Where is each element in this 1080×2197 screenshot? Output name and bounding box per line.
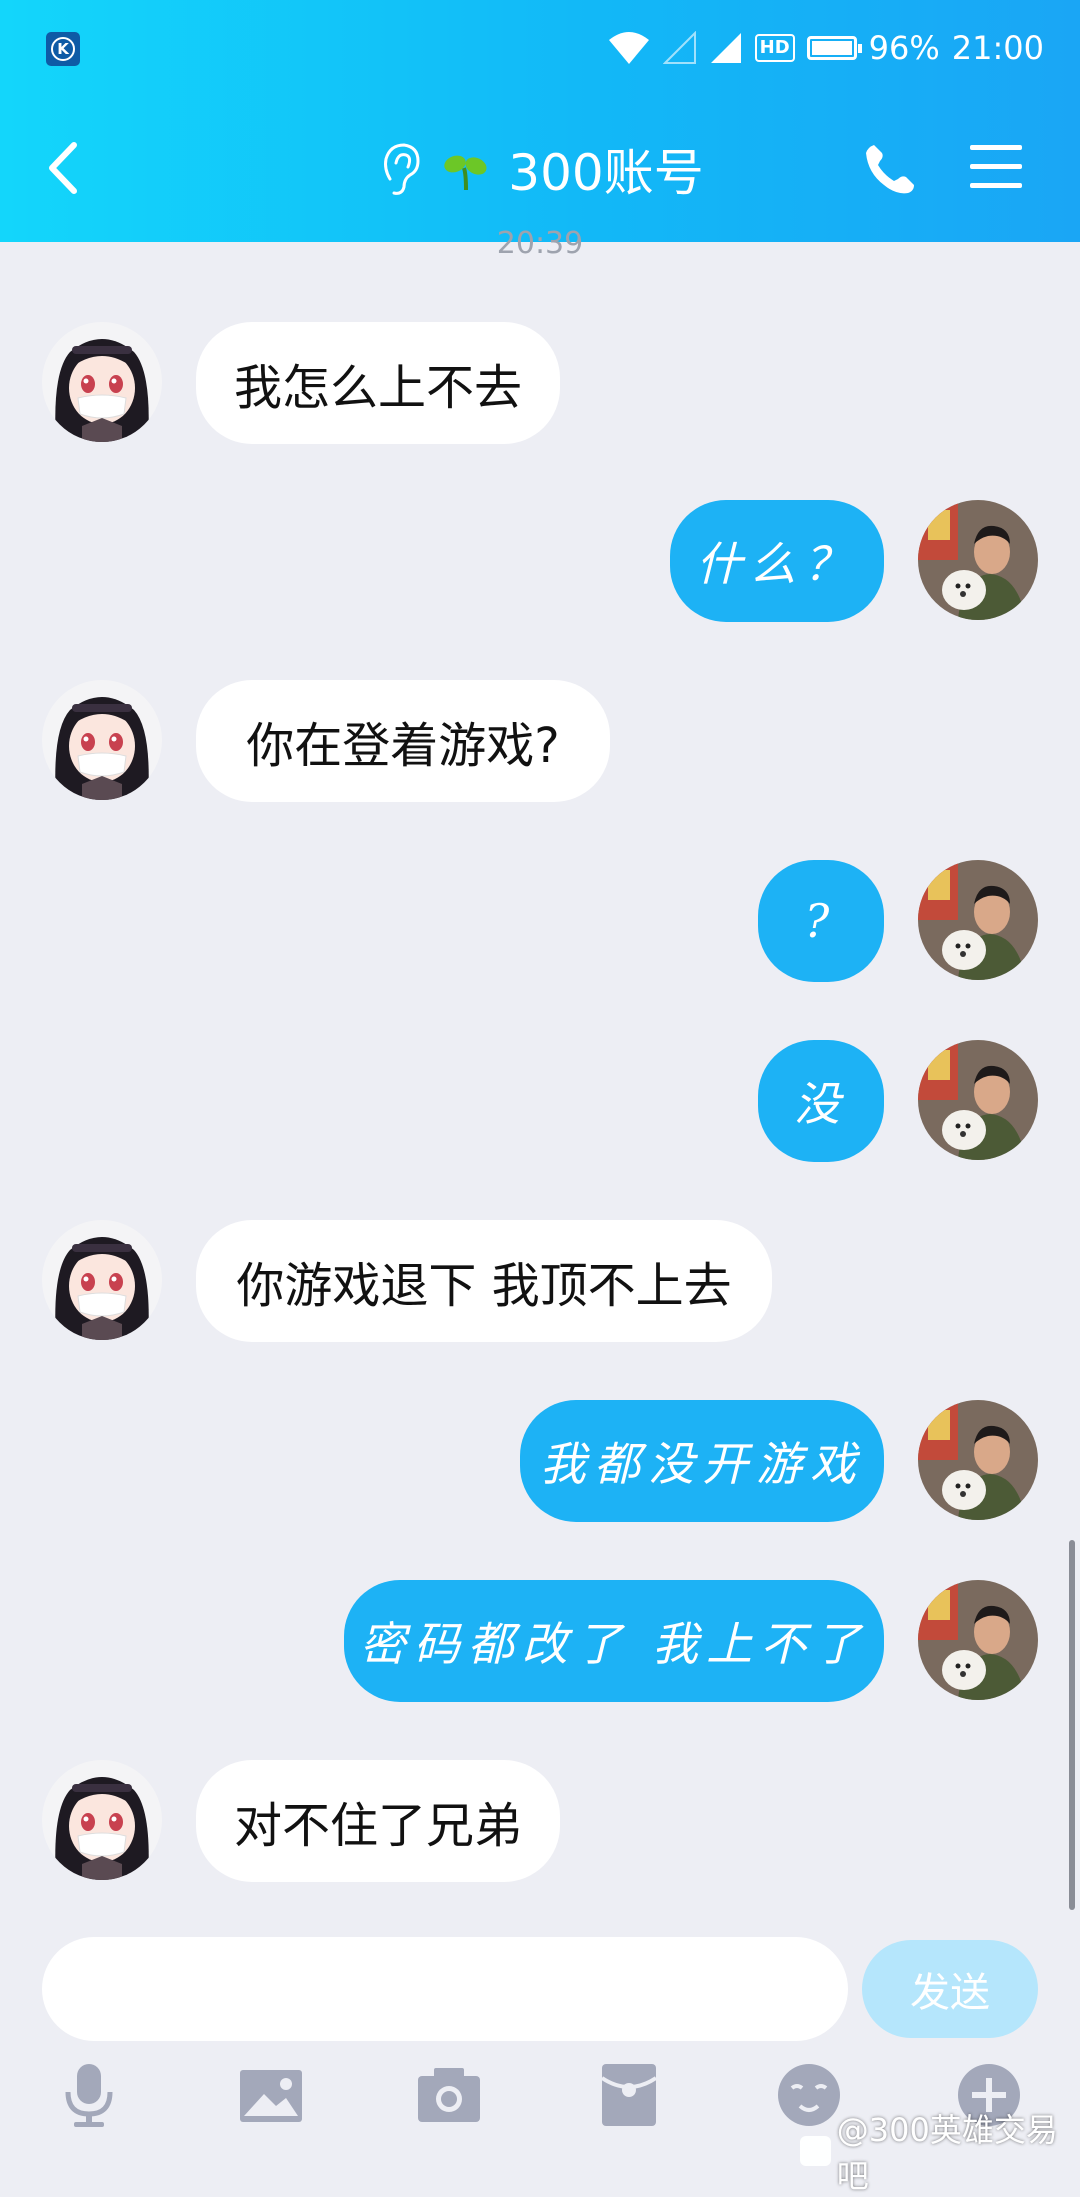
anime-girl-avatar-icon xyxy=(42,680,162,800)
contact-avatar[interactable] xyxy=(42,1220,162,1340)
contact-avatar[interactable] xyxy=(42,680,162,800)
anime-girl-avatar-icon xyxy=(42,322,162,442)
outgoing-message-bubble[interactable]: 密码都改了 我上不了 xyxy=(344,1580,884,1702)
user-photo-avatar-icon xyxy=(918,500,1038,620)
scrollbar[interactable] xyxy=(1069,1540,1075,1910)
message-text: 你在登着游戏? xyxy=(246,718,560,774)
chat-header: K HD 96% 21:00 300账号 xyxy=(0,0,1080,242)
nav-bar: 300账号 xyxy=(0,95,1080,242)
message-text: 密码都改了 我上不了 xyxy=(359,1617,869,1671)
user-avatar[interactable] xyxy=(918,1580,1038,1700)
message-text: 你游戏退下 我顶不上去 xyxy=(236,1258,732,1314)
contact-avatar[interactable] xyxy=(42,1760,162,1880)
hd-badge: HD xyxy=(754,34,795,62)
incoming-message-bubble[interactable]: 你游戏退下 我顶不上去 xyxy=(196,1220,772,1342)
outgoing-message-bubble[interactable]: 我都没开游戏 xyxy=(520,1400,884,1522)
menu-button[interactable] xyxy=(968,139,1024,195)
signal-icon xyxy=(710,33,741,63)
image-icon[interactable] xyxy=(236,2060,306,2130)
back-button[interactable] xyxy=(36,133,96,203)
user-avatar[interactable] xyxy=(918,1040,1038,1160)
user-photo-avatar-icon xyxy=(918,1580,1038,1700)
incoming-message-bubble[interactable]: 我怎么上不去 xyxy=(196,322,560,444)
outgoing-message-bubble[interactable]: ? xyxy=(758,860,884,982)
watermark: @300英雄交易吧 xyxy=(800,2105,1080,2197)
outgoing-message-bubble[interactable]: 没 xyxy=(758,1040,884,1162)
microphone-icon[interactable] xyxy=(54,2060,124,2130)
anime-girl-avatar-icon xyxy=(42,1220,162,1340)
user-avatar[interactable] xyxy=(918,1400,1038,1520)
status-bar: K HD 96% 21:00 xyxy=(0,0,1080,95)
watermark-text: @300英雄交易吧 xyxy=(836,2111,1058,2195)
send-button[interactable]: 发送 xyxy=(862,1940,1038,2038)
battery-icon xyxy=(806,36,862,60)
camera-icon[interactable] xyxy=(414,2060,484,2130)
wifi-icon xyxy=(608,32,649,64)
message-text: 我怎么上不去 xyxy=(233,360,522,416)
phone-call-button[interactable] xyxy=(860,139,920,199)
message-text: 对不住了兄弟 xyxy=(233,1798,522,1854)
battery-percent: 96% xyxy=(868,29,940,67)
contact-avatar[interactable] xyxy=(42,322,162,442)
clock: 21:00 xyxy=(951,29,1044,67)
user-photo-avatar-icon xyxy=(918,860,1038,980)
message-text: ? xyxy=(804,894,838,948)
message-text: 没 xyxy=(794,1077,848,1131)
outgoing-message-bubble[interactable]: 什么？ xyxy=(670,500,884,622)
status-indicators: HD 96% 21:00 xyxy=(607,22,1044,74)
user-photo-avatar-icon xyxy=(918,1040,1038,1160)
incoming-message-bubble[interactable]: 对不住了兄弟 xyxy=(196,1760,560,1882)
message-input[interactable] xyxy=(42,1937,848,2041)
user-avatar[interactable] xyxy=(918,860,1038,980)
app-notification-icon: K xyxy=(46,32,80,66)
sprout-icon xyxy=(444,155,487,190)
forum-logo-icon xyxy=(800,2136,831,2166)
chat-title: 300账号 xyxy=(508,143,704,202)
ear-icon xyxy=(384,142,420,195)
red-packet-icon[interactable] xyxy=(594,2060,664,2130)
user-photo-avatar-icon xyxy=(918,1400,1038,1520)
message-text: 什么？ xyxy=(696,537,858,591)
signal-empty-icon xyxy=(662,31,696,64)
user-avatar[interactable] xyxy=(918,500,1038,620)
incoming-message-bubble[interactable]: 你在登着游戏? xyxy=(196,680,610,802)
message-timestamp: 20:39 xyxy=(496,226,584,261)
message-text: 我都没开游戏 xyxy=(540,1437,864,1491)
anime-girl-avatar-icon xyxy=(42,1760,162,1880)
